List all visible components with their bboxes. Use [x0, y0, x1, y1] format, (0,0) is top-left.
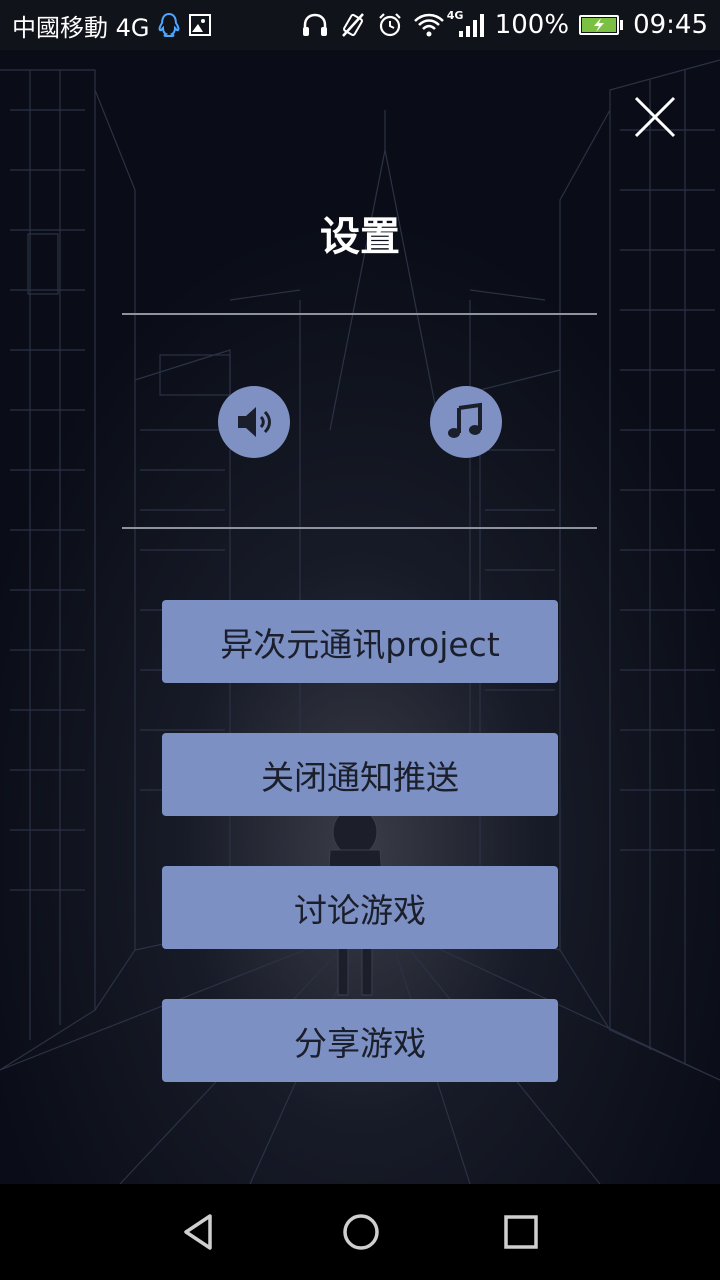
battery-percent: 100% — [494, 10, 570, 40]
game-settings-screen: 中國移動 4G 4G 100% 09:45 设置 异次元通讯project 关闭… — [0, 0, 720, 1280]
vibrate-off-icon — [339, 12, 367, 38]
back-button[interactable] — [170, 1202, 230, 1262]
recents-icon — [504, 1215, 538, 1249]
headphones-icon — [301, 12, 329, 38]
divider-bottom — [122, 527, 597, 529]
page-title: 设置 — [320, 214, 400, 260]
divider-top — [122, 313, 597, 315]
network-type-badge: 4G — [446, 9, 464, 22]
speaker-icon — [238, 407, 271, 437]
sound-toggle-button[interactable] — [218, 386, 290, 458]
alarm-icon — [377, 12, 403, 38]
back-icon — [184, 1214, 212, 1250]
music-note-icon — [448, 402, 482, 438]
home-button[interactable] — [331, 1202, 391, 1262]
battery-charging-icon — [579, 15, 624, 35]
status-left: 中國移動 4G — [12, 0, 212, 50]
status-bar: 中國移動 4G 4G 100% 09:45 — [0, 0, 720, 50]
close-icon — [634, 96, 676, 138]
status-right: 4G 100% 09:45 — [301, 0, 708, 50]
carrier-label: 中國移動 4G — [12, 13, 150, 42]
image-icon — [188, 13, 212, 37]
wifi-icon — [413, 12, 445, 38]
discuss-game-button[interactable]: 讨论游戏 — [162, 866, 558, 949]
dimension-communication-button[interactable]: 异次元通讯project — [162, 600, 558, 683]
disable-notifications-button[interactable]: 关闭通知推送 — [162, 733, 558, 816]
cell-signal-icon: 4G — [447, 9, 485, 39]
share-game-button[interactable]: 分享游戏 — [162, 999, 558, 1082]
recents-button[interactable] — [491, 1202, 551, 1262]
qq-icon — [158, 12, 180, 38]
navigation-bar — [0, 1184, 720, 1280]
clock: 09:45 — [633, 10, 708, 40]
close-button[interactable] — [630, 92, 680, 142]
music-toggle-button[interactable] — [430, 386, 502, 458]
home-icon — [343, 1214, 379, 1250]
